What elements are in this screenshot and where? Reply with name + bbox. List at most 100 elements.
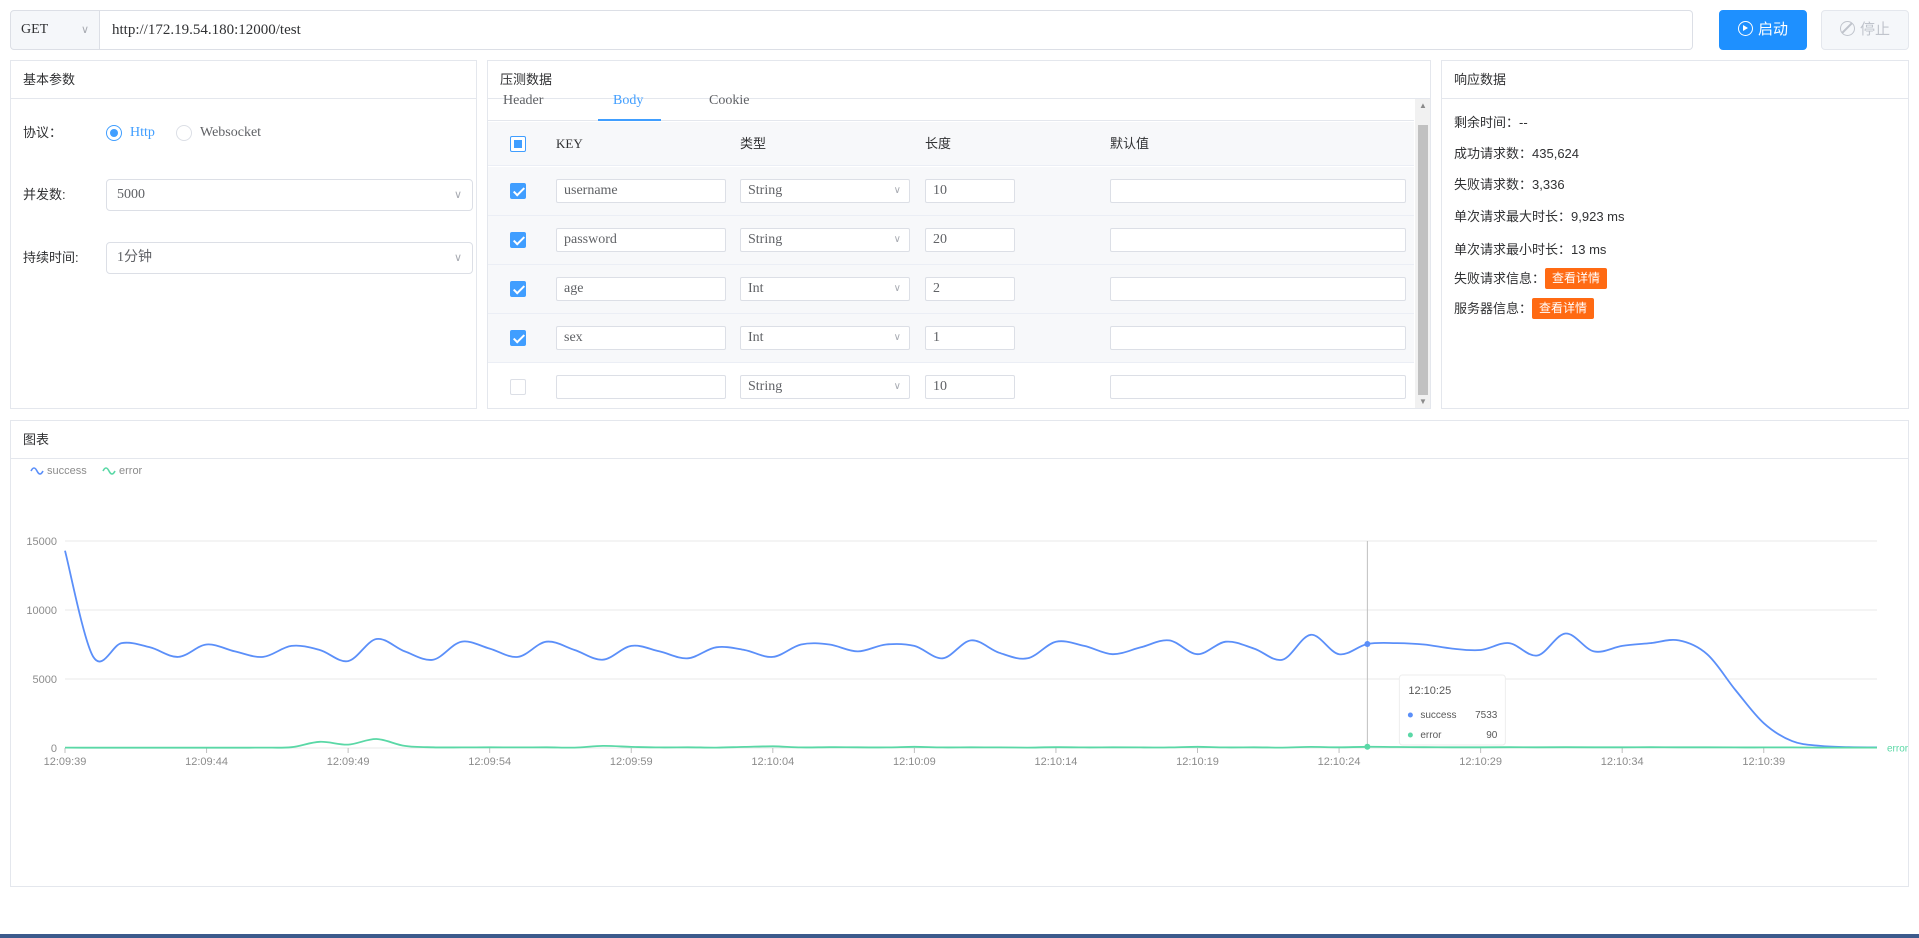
length-input[interactable]: 1 xyxy=(925,326,1015,350)
table-header: KEY 类型 长度 默认值 xyxy=(488,122,1414,166)
tab-active-indicator xyxy=(598,119,661,121)
type-select[interactable]: String ∨ xyxy=(740,228,910,252)
series-error-line[interactable] xyxy=(64,738,1877,749)
min-label: 单次请求最小时长： xyxy=(1454,242,1572,257)
row-checkbox[interactable] xyxy=(510,281,526,297)
method-select[interactable]: GET ∨ xyxy=(10,10,100,50)
series-error-active-point xyxy=(1364,743,1371,750)
x-tick-label: 12:09:44 xyxy=(185,756,228,768)
tooltip-time: 12:10:25 xyxy=(1408,685,1451,697)
default-input[interactable] xyxy=(1110,228,1406,252)
panel-title: 图表 xyxy=(11,421,1908,459)
tooltip-error-label: error xyxy=(1420,730,1442,741)
row-checkbox[interactable] xyxy=(510,232,526,248)
x-tick-label: 12:10:24 xyxy=(1318,756,1361,768)
scroll-thumb[interactable] xyxy=(1418,125,1428,395)
y-tick-label: 5000 xyxy=(33,674,57,686)
tooltip-success-marker xyxy=(1407,712,1413,718)
x-tick-label: 12:10:39 xyxy=(1742,756,1785,768)
length-input[interactable]: 10 xyxy=(925,375,1015,399)
fail-detail-button[interactable]: 查看详情 xyxy=(1545,268,1608,289)
success-count: 成功请求数：435,624 xyxy=(1454,143,1579,162)
chevron-down-icon: ∨ xyxy=(893,332,901,343)
request-toolbar: GET ∨ http://172.19.54.180:12000/test 启动… xyxy=(10,10,1909,50)
scroll-down-icon[interactable]: ▼ xyxy=(1419,397,1427,406)
fail-info-label: 失败请求信息： xyxy=(1454,271,1546,286)
legend-success-label: success xyxy=(47,465,87,477)
tooltip-success-label: success xyxy=(1420,710,1456,721)
x-tick-label: 12:10:19 xyxy=(1176,756,1219,768)
radio-websocket[interactable] xyxy=(176,125,192,141)
chevron-down-icon: ∨ xyxy=(453,252,462,264)
concurrency-row: 并发数: 5000 ∨ xyxy=(23,179,473,211)
max-value: 9,923 ms xyxy=(1571,209,1625,224)
concurrency-label: 并发数: xyxy=(23,187,66,202)
length-input[interactable]: 10 xyxy=(925,179,1015,203)
bottom-border xyxy=(0,934,1919,938)
line-chart[interactable]: success error 0 5000 10000 15000 12:09:39 12:09… xyxy=(11,459,1908,887)
key-input[interactable] xyxy=(556,375,726,399)
key-input[interactable]: sex xyxy=(556,326,726,350)
table-row: String ∨ 10 xyxy=(488,363,1414,408)
ban-icon xyxy=(1839,21,1855,36)
x-tick-label: 12:09:49 xyxy=(327,756,370,768)
default-input[interactable] xyxy=(1110,277,1406,301)
row-checkbox[interactable] xyxy=(510,183,526,199)
basic-params-panel: 基本参数 协议： Http Websocket 并发数: 5000 ∨ 持续时间… xyxy=(10,60,477,409)
radio-websocket-label[interactable]: Websocket xyxy=(200,117,261,149)
radio-http[interactable] xyxy=(106,125,122,141)
key-input[interactable]: username xyxy=(556,179,726,203)
default-input[interactable] xyxy=(1110,326,1406,350)
default-input[interactable] xyxy=(1110,375,1406,399)
default-input[interactable] xyxy=(1110,179,1406,203)
length-input[interactable]: 20 xyxy=(925,228,1015,252)
success-value: 435,624 xyxy=(1532,146,1580,161)
method-value: GET xyxy=(21,22,49,37)
start-button[interactable]: 启动 xyxy=(1719,10,1807,50)
x-tick-label: 12:10:29 xyxy=(1459,756,1502,768)
concurrency-select[interactable]: 5000 ∨ xyxy=(106,179,473,211)
chevron-down-icon: ∨ xyxy=(893,283,901,294)
row-checkbox[interactable] xyxy=(510,330,526,346)
max-label: 单次请求最大时长： xyxy=(1454,209,1572,224)
type-select[interactable]: String ∨ xyxy=(740,179,910,203)
duration-select[interactable]: 1分钟 ∨ xyxy=(106,242,473,274)
tab-header[interactable]: Header xyxy=(503,93,543,109)
url-input[interactable]: http://172.19.54.180:12000/test xyxy=(100,10,1693,50)
select-all-checkbox[interactable] xyxy=(510,136,526,152)
type-value: Int xyxy=(748,281,764,296)
x-tick-label: 12:10:34 xyxy=(1601,756,1644,768)
tab-body[interactable]: Body xyxy=(613,93,643,109)
tab-cookie[interactable]: Cookie xyxy=(709,93,749,109)
series-success-active-point xyxy=(1364,641,1371,648)
fail-value: 3,336 xyxy=(1532,177,1565,192)
panel-title: 响应数据 xyxy=(1442,61,1908,99)
key-input[interactable]: password xyxy=(556,228,726,252)
tooltip-success-value: 7533 xyxy=(1475,710,1498,721)
row-checkbox[interactable] xyxy=(510,379,526,395)
legend-success-icon[interactable] xyxy=(30,467,44,475)
type-select[interactable]: Int ∨ xyxy=(740,326,910,350)
x-tick-label: 12:10:04 xyxy=(751,756,794,768)
radio-http-label[interactable]: Http xyxy=(130,117,155,149)
series-success-line[interactable] xyxy=(64,550,1878,749)
vertical-scrollbar[interactable]: ▲ ▼ xyxy=(1415,99,1430,408)
type-select[interactable]: String ∨ xyxy=(740,375,910,399)
server-info: 服务器信息： 查看详情 xyxy=(1454,298,1595,319)
length-input[interactable]: 2 xyxy=(925,277,1015,301)
type-select[interactable]: Int ∨ xyxy=(740,277,910,301)
key-input[interactable]: age xyxy=(556,277,726,301)
y-tick-label: 10000 xyxy=(26,605,57,617)
server-detail-button[interactable]: 查看详情 xyxy=(1532,298,1595,319)
x-tick-label: 12:09:54 xyxy=(468,756,511,768)
duration-row: 持续时间: 1分钟 ∨ xyxy=(23,242,473,274)
min-duration: 单次请求最小时长：13 ms xyxy=(1454,239,1606,258)
chevron-down-icon: ∨ xyxy=(453,189,462,201)
scroll-up-icon[interactable]: ▲ xyxy=(1419,101,1427,110)
response-panel: 响应数据 剩余时间：-- 成功请求数：435,624 失败请求数：3,336 单… xyxy=(1441,60,1909,409)
min-value: 13 ms xyxy=(1571,242,1607,257)
key-value: username xyxy=(564,183,618,198)
legend-error-icon[interactable] xyxy=(102,467,116,475)
tooltip-error-value: 90 xyxy=(1486,730,1498,741)
stop-button[interactable]: 停止 xyxy=(1821,10,1909,50)
